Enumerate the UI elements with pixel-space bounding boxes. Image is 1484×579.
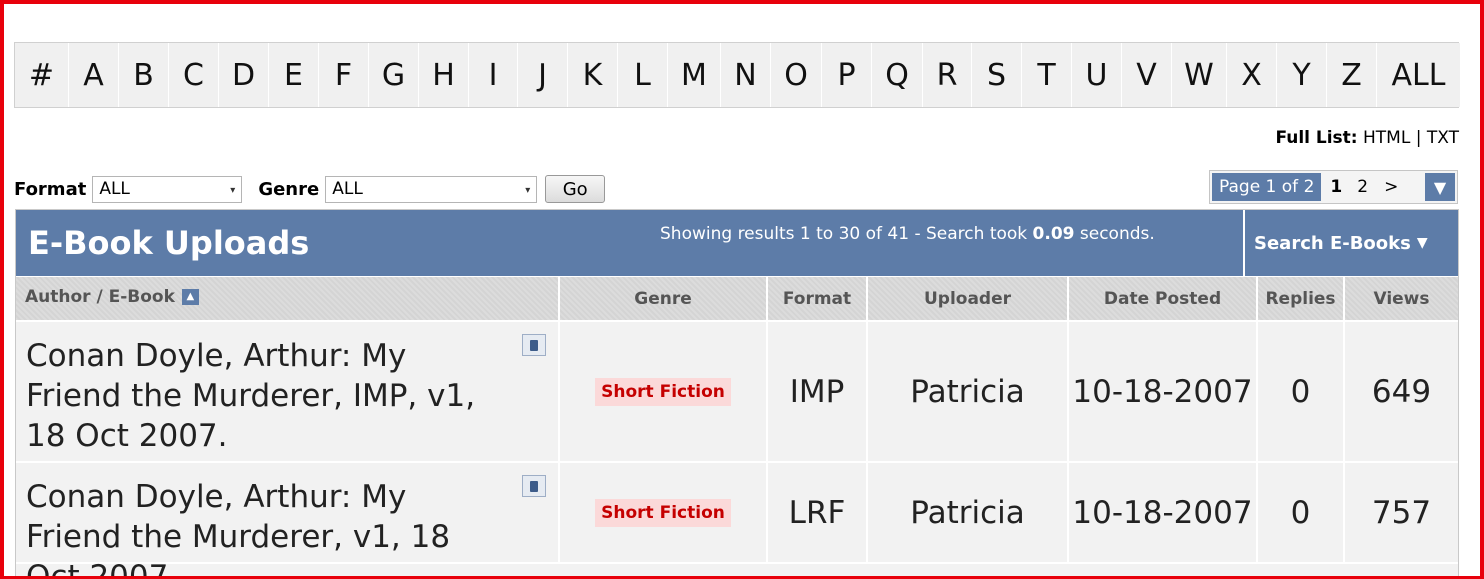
results-summary: Showing results 1 to 30 of 41 - Search t… xyxy=(660,224,1155,244)
full-list-separator: | xyxy=(1415,128,1422,148)
search-time: 0.09 xyxy=(1032,224,1075,244)
document-icon[interactable] xyxy=(522,334,546,356)
column-format[interactable]: Format xyxy=(768,277,868,320)
letter-link[interactable]: N xyxy=(721,43,771,107)
letter-link[interactable]: R xyxy=(923,43,972,107)
letter-link[interactable]: U xyxy=(1072,43,1122,107)
ebook-cell: Conan Doyle, Arthur: My Friend the Murde… xyxy=(16,322,560,461)
letter-link[interactable]: Z xyxy=(1327,43,1377,107)
page-menu-button[interactable]: ▼ xyxy=(1425,173,1455,201)
ebook-table: E-Book Uploads Showing results 1 to 30 o… xyxy=(15,209,1459,579)
letter-link-all[interactable]: ALL xyxy=(1377,43,1460,107)
format-label: Format xyxy=(14,178,87,200)
ebook-title-link[interactable]: Conan Doyle, Arthur: My Friend the Murde… xyxy=(26,336,496,456)
chevron-down-icon: ▾ xyxy=(525,184,531,196)
results-suffix: seconds. xyxy=(1074,224,1155,244)
letter-link[interactable]: S xyxy=(972,43,1022,107)
views-cell: 649 xyxy=(1371,373,1432,410)
letter-link[interactable]: T xyxy=(1022,43,1072,107)
column-uploader[interactable]: Uploader xyxy=(868,277,1069,320)
letter-link[interactable]: # xyxy=(15,43,69,107)
filter-bar: Format ALL ▾ Genre ALL ▾ Go xyxy=(14,175,606,203)
column-author[interactable]: Author / E-Book ▲ xyxy=(16,277,560,320)
letter-link[interactable]: W xyxy=(1172,43,1227,107)
uploader-link[interactable]: Patricia xyxy=(868,322,1069,461)
genre-badge[interactable]: Short Fiction xyxy=(595,498,731,527)
letter-link[interactable]: Q xyxy=(872,43,923,107)
views-cell: 757 xyxy=(1371,494,1432,531)
genre-select[interactable]: ALL ▾ xyxy=(325,175,538,203)
date-cell: 10-18-2007 xyxy=(1069,322,1258,461)
full-list-html-link[interactable]: HTML xyxy=(1363,128,1410,148)
next-page-link[interactable]: > xyxy=(1374,177,1408,197)
letter-link[interactable]: K xyxy=(568,43,618,107)
genre-select-value: ALL xyxy=(332,179,363,199)
column-author-label: Author / E-Book xyxy=(25,286,175,307)
search-ebooks-label: Search E-Books xyxy=(1254,232,1411,254)
letter-link[interactable]: G xyxy=(369,43,419,107)
letter-link[interactable]: C xyxy=(169,43,219,107)
page-indicator: Page 1 of 2 xyxy=(1212,173,1322,201)
replies-cell[interactable]: 0 xyxy=(1258,322,1345,461)
format-select-value: ALL xyxy=(99,179,130,199)
letter-link[interactable]: O xyxy=(771,43,822,107)
full-list-txt-link[interactable]: TXT xyxy=(1427,128,1459,148)
letter-link[interactable]: I xyxy=(469,43,518,107)
pagination: Page 1 of 2 1 2 > ▼ xyxy=(1209,170,1458,204)
table-header: E-Book Uploads Showing results 1 to 30 o… xyxy=(16,210,1458,276)
date-cell: 10-18-2007 xyxy=(1069,463,1258,562)
document-icon[interactable] xyxy=(522,475,546,497)
format-cell: LRF xyxy=(768,463,868,562)
replies-cell[interactable]: 0 xyxy=(1258,463,1345,562)
letter-link[interactable]: F xyxy=(319,43,369,107)
letter-link[interactable]: L xyxy=(618,43,668,107)
genre-cell: Short Fiction xyxy=(560,322,768,461)
chevron-down-icon: ▼ xyxy=(1433,177,1447,197)
results-prefix: Showing results 1 to 30 of 41 - Search t… xyxy=(660,224,1033,244)
full-list-label: Full List: xyxy=(1275,128,1358,148)
letter-link[interactable]: B xyxy=(119,43,169,107)
search-ebooks-button[interactable]: Search E-Books ▼ xyxy=(1243,210,1458,276)
letter-link[interactable]: A xyxy=(69,43,119,107)
chevron-down-icon: ▾ xyxy=(230,184,236,196)
sort-ascending-icon[interactable]: ▲ xyxy=(181,288,199,305)
column-replies[interactable]: Replies xyxy=(1258,277,1345,320)
letter-nav: # A B C D E F G H I J K L M N O P Q R S … xyxy=(14,42,1460,108)
format-select[interactable]: ALL ▾ xyxy=(92,175,243,203)
table-title: E-Book Uploads xyxy=(28,224,310,262)
letter-link[interactable]: Y xyxy=(1277,43,1327,107)
chevron-down-icon: ▼ xyxy=(1416,235,1428,251)
letter-link[interactable]: V xyxy=(1122,43,1172,107)
letter-link[interactable]: P xyxy=(822,43,872,107)
letter-link[interactable]: J xyxy=(518,43,568,107)
full-list: Full List: HTML | TXT xyxy=(1275,128,1459,148)
page-1-current: 1 xyxy=(1330,177,1343,197)
go-button[interactable]: Go xyxy=(545,175,606,203)
genre-label: Genre xyxy=(258,178,320,200)
format-cell: IMP xyxy=(768,322,868,461)
table-row: Conan Doyle, Arthur: My Friend the Murde… xyxy=(16,320,1458,461)
letter-link[interactable]: H xyxy=(419,43,469,107)
ebook-cell: Conan Doyle, Arthur: My Friend the Murde… xyxy=(16,463,560,579)
genre-cell: Short Fiction xyxy=(560,463,768,562)
genre-badge[interactable]: Short Fiction xyxy=(595,377,731,406)
column-views[interactable]: Views xyxy=(1345,277,1458,320)
column-headers: Author / E-Book ▲ Genre Format Uploader D… xyxy=(16,276,1458,320)
column-genre[interactable]: Genre xyxy=(560,277,768,320)
page-2-link[interactable]: 2 xyxy=(1351,177,1374,197)
uploader-link[interactable]: Patricia xyxy=(868,463,1069,562)
column-date-posted[interactable]: Date Posted xyxy=(1069,277,1258,320)
ebook-title-link[interactable]: Conan Doyle, Arthur: My Friend the Murde… xyxy=(26,477,496,579)
letter-link[interactable]: E xyxy=(269,43,319,107)
letter-link[interactable]: D xyxy=(219,43,269,107)
letter-link[interactable]: M xyxy=(668,43,721,107)
letter-link[interactable]: X xyxy=(1227,43,1277,107)
table-row: Conan Doyle, Arthur: My Friend the Murde… xyxy=(16,461,1458,579)
